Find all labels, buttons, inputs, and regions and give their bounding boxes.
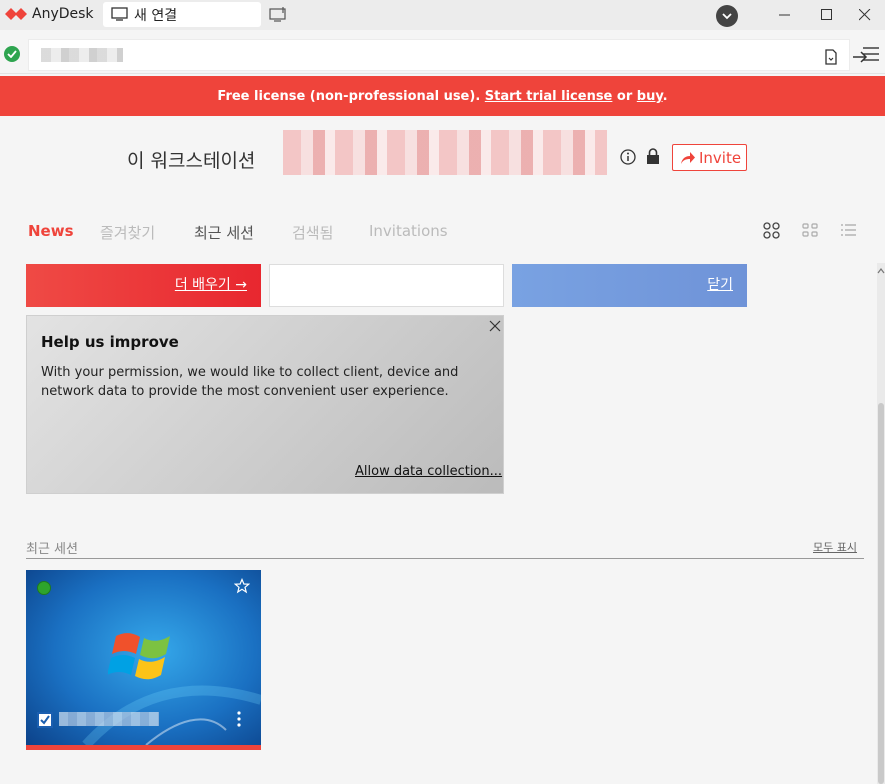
session-checkbox[interactable]	[37, 712, 53, 728]
invite-label: Invite	[699, 149, 742, 167]
list-view-icon[interactable]	[840, 222, 857, 239]
share-arrow-icon	[681, 152, 695, 164]
redacted-workstation-id	[283, 130, 607, 175]
recent-sessions-title: 최근 세션	[26, 542, 78, 557]
invite-button[interactable]: Invite	[672, 144, 747, 171]
windows-logo-icon	[108, 633, 170, 680]
vertical-scrollbar[interactable]	[877, 263, 885, 784]
remote-address-input[interactable]	[28, 39, 868, 71]
help-text: With your permission, we would like to c…	[41, 365, 459, 399]
banner-text: Free license (non-professional use).	[217, 89, 485, 104]
help-improve-card: Help us improve With your permission, we…	[26, 315, 504, 494]
session-tile[interactable]	[26, 570, 261, 750]
banner-or-text: or	[612, 89, 637, 104]
app-name: AnyDesk	[32, 6, 94, 22]
download-button[interactable]	[716, 5, 738, 27]
tab-recent-sessions[interactable]: 최근 세션	[194, 222, 254, 243]
hamburger-menu-icon[interactable]	[862, 45, 880, 63]
redacted-address	[41, 48, 123, 62]
tab-news[interactable]: News	[28, 222, 74, 240]
buy-link[interactable]: buy	[637, 89, 663, 104]
close-icon	[859, 9, 871, 21]
section-divider	[26, 558, 864, 559]
allow-data-collection-link[interactable]: Allow data collection...	[355, 464, 502, 479]
close-news-link[interactable]: 닫기	[707, 274, 733, 294]
anydesk-logo-icon	[5, 8, 27, 20]
title-bar: AnyDesk 새 연결	[0, 0, 885, 30]
news-card-white	[269, 264, 504, 307]
scroll-up-icon[interactable]	[877, 267, 885, 275]
redacted-session-name	[59, 712, 159, 726]
close-icon[interactable]	[489, 320, 501, 332]
new-tab-icon[interactable]	[269, 7, 287, 23]
grid-large-view-icon[interactable]	[763, 222, 780, 239]
maximize-icon	[821, 9, 832, 20]
checkmark-icon	[40, 715, 50, 725]
tab-new-connection[interactable]: 새 연결	[103, 2, 261, 27]
help-title: Help us improve	[41, 333, 179, 351]
license-banner: Free license (non-professional use). Sta…	[0, 76, 885, 116]
tab-discovered[interactable]: 검색됨	[292, 222, 333, 243]
news-card-red: 더 배우기 →	[26, 264, 261, 307]
address-bar	[0, 36, 885, 74]
info-icon[interactable]	[620, 149, 636, 165]
monitor-icon	[111, 7, 128, 21]
arrow-down-icon	[722, 13, 732, 20]
lock-icon[interactable]	[646, 148, 660, 165]
grid-small-view-icon[interactable]	[802, 222, 819, 239]
minimize-icon	[779, 14, 790, 16]
session-status-bar	[26, 745, 261, 750]
scroll-thumb[interactable]	[878, 403, 884, 784]
show-all-link[interactable]: 모두 표시	[813, 539, 857, 555]
more-options-icon[interactable]	[235, 710, 243, 728]
tab-invitations[interactable]: Invitations	[369, 222, 448, 240]
tab-favorites[interactable]: 즐겨찾기	[100, 222, 155, 243]
news-card-blue: 닫기	[512, 264, 747, 307]
workstation-label: 이 워크스테이션	[127, 150, 256, 172]
star-icon[interactable]	[234, 578, 250, 594]
banner-suffix: .	[662, 89, 668, 104]
connected-check-icon	[4, 46, 20, 62]
online-status-icon	[37, 581, 51, 595]
start-trial-link[interactable]: Start trial license	[485, 89, 613, 104]
minimize-button[interactable]	[765, 0, 805, 30]
maximize-button[interactable]	[807, 0, 847, 30]
close-window-button[interactable]	[845, 0, 885, 30]
learn-more-link[interactable]: 더 배우기 →	[175, 274, 247, 294]
tab-label: 새 연결	[134, 8, 178, 24]
file-transfer-icon[interactable]	[823, 49, 839, 65]
